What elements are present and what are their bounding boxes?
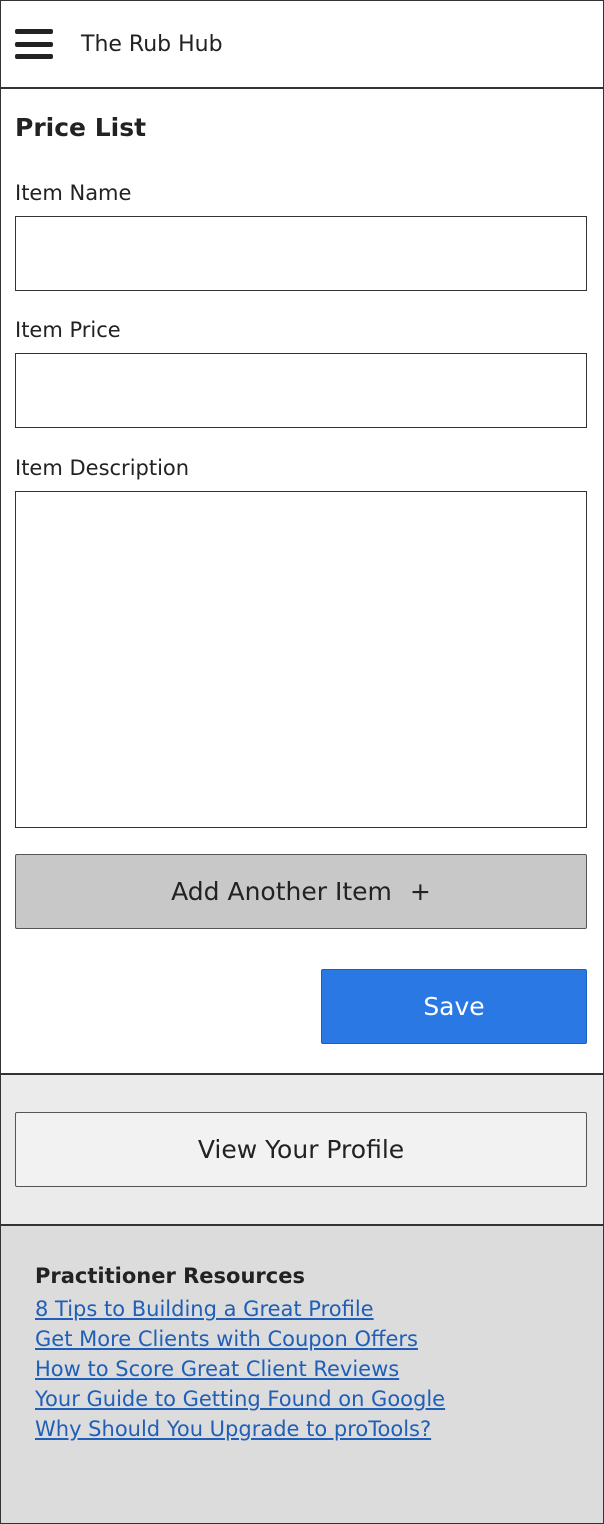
resource-link-protools-upgrade[interactable]: Why Should You Upgrade to proTools? [35, 1417, 431, 1441]
save-button[interactable]: Save [321, 969, 587, 1044]
resource-link-coupon-offers[interactable]: Get More Clients with Coupon Offers [35, 1327, 418, 1351]
resource-list-item: 8 Tips to Building a Great Profile [35, 1294, 445, 1324]
item-name-input[interactable] [15, 216, 587, 291]
add-another-item-button[interactable]: Add Another Item + [15, 854, 587, 929]
resource-list-item: Your Guide to Getting Found on Google [35, 1384, 445, 1414]
resource-link-client-reviews[interactable]: How to Score Great Client Reviews [35, 1357, 399, 1381]
resource-links-list: 8 Tips to Building a Great Profile Get M… [35, 1294, 445, 1444]
view-profile-button[interactable]: View Your Profile [15, 1112, 587, 1187]
item-description-label: Item Description [15, 456, 190, 480]
resource-list-item: Why Should You Upgrade to proTools? [35, 1414, 445, 1444]
add-another-item-label: Add Another Item [171, 877, 392, 906]
resource-list-item: Get More Clients with Coupon Offers [35, 1324, 445, 1354]
resource-link-google-guide[interactable]: Your Guide to Getting Found on Google [35, 1387, 445, 1411]
practitioner-resources: Practitioner Resources 8 Tips to Buildin… [1, 1226, 603, 1523]
item-name-label: Item Name [15, 181, 132, 205]
page-title: Price List [15, 113, 147, 142]
resource-list-item: How to Score Great Client Reviews [35, 1354, 445, 1384]
app-title: The Rub Hub [81, 31, 223, 57]
hamburger-bar [15, 29, 53, 34]
page-frame: The Rub Hub Price List Item Name Item Pr… [0, 0, 604, 1524]
app-header: The Rub Hub [1, 1, 603, 89]
profile-section: View Your Profile [1, 1073, 603, 1226]
hamburger-menu-icon[interactable] [15, 29, 53, 59]
item-price-label: Item Price [15, 318, 121, 342]
item-price-input[interactable] [15, 353, 587, 428]
hamburger-bar [15, 41, 53, 47]
item-description-textarea[interactable] [15, 491, 587, 828]
hamburger-bar [15, 54, 53, 59]
plus-icon: + [409, 877, 431, 906]
resource-link-profile-tips[interactable]: 8 Tips to Building a Great Profile [35, 1297, 374, 1321]
resources-title: Practitioner Resources [35, 1264, 305, 1288]
